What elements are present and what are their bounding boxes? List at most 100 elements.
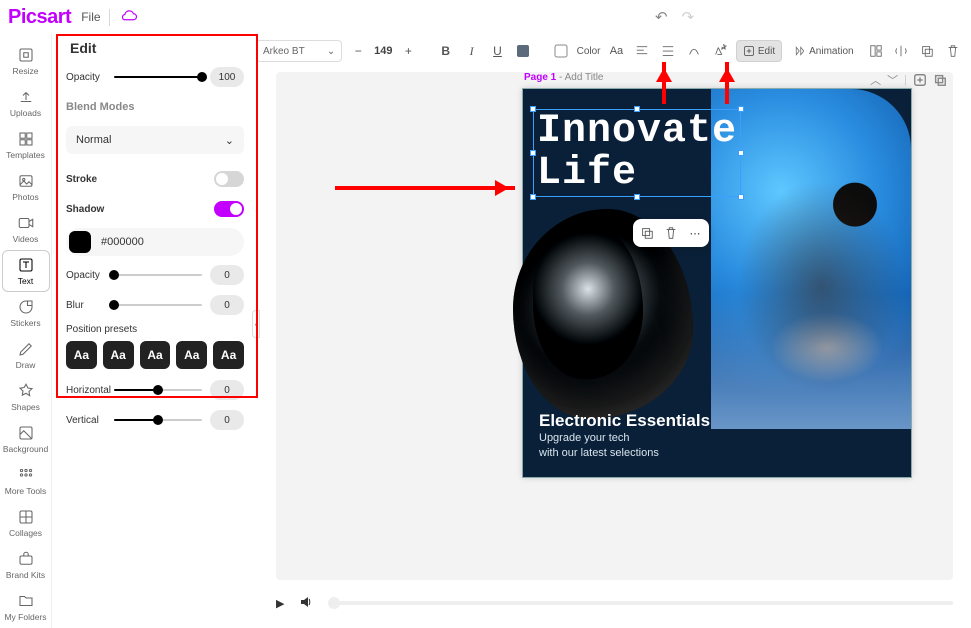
- animation-button[interactable]: Animation: [788, 40, 859, 62]
- duplicate-page-icon[interactable]: [933, 73, 947, 87]
- ctx-duplicate-icon[interactable]: [637, 223, 657, 243]
- shadow-color-hex: #000000: [101, 236, 144, 248]
- text-fill-icon[interactable]: [513, 40, 533, 62]
- nav-my-folders[interactable]: My Folders: [2, 586, 50, 628]
- italic-button[interactable]: I: [462, 40, 482, 62]
- nav-text[interactable]: Text: [2, 250, 50, 292]
- duplicate-button[interactable]: [917, 40, 937, 62]
- page-label[interactable]: Page 1 - Add Title: [524, 72, 604, 83]
- left-nav: Resize Uploads Templates Photos Videos T…: [0, 34, 52, 628]
- warp-button[interactable]: [684, 40, 704, 62]
- preset-2[interactable]: Aa: [103, 341, 134, 369]
- ctx-more-icon[interactable]: ⋯: [685, 223, 705, 243]
- page-up-icon[interactable]: ︿: [870, 72, 881, 88]
- file-menu[interactable]: File: [81, 10, 100, 24]
- font-size-value[interactable]: 149: [374, 45, 392, 57]
- shadow-opacity-value[interactable]: 0: [210, 265, 244, 285]
- nav-templates[interactable]: Templates: [2, 124, 50, 166]
- timeline-bar: ▶: [276, 590, 953, 616]
- brand-logo: Picsart: [8, 6, 71, 29]
- bold-button[interactable]: B: [436, 40, 456, 62]
- nav-photos[interactable]: Photos: [2, 166, 50, 208]
- shadow-color-swatch: [69, 231, 91, 253]
- underline-button[interactable]: U: [488, 40, 508, 62]
- subheading-text[interactable]: Electronic Essentials: [539, 411, 710, 431]
- nav-resize[interactable]: Resize: [2, 40, 50, 82]
- annotation-arrow-to-warp: [662, 62, 666, 104]
- annotation-arrow-to-canvas: [335, 186, 515, 190]
- preset-1[interactable]: Aa: [66, 341, 97, 369]
- opacity-value[interactable]: 100: [210, 67, 244, 87]
- presets-label: Position presets: [66, 324, 244, 335]
- page-controls: ︿ ﹀ |: [870, 72, 947, 88]
- timeline-slider[interactable]: [328, 601, 953, 605]
- font-size-minus[interactable]: −: [348, 40, 368, 62]
- preset-5[interactable]: Aa: [213, 341, 244, 369]
- nav-brand-kits[interactable]: Brand Kits: [2, 544, 50, 586]
- chevron-down-icon: ⌄: [225, 134, 234, 147]
- horizontal-slider[interactable]: [114, 385, 202, 395]
- body-copy[interactable]: Upgrade your tech with our latest select…: [539, 431, 659, 461]
- stroke-label: Stroke: [66, 174, 114, 185]
- artboard[interactable]: Innovate Life ⋯ Electronic Essentials Up…: [522, 88, 912, 478]
- font-family-select[interactable]: Arkeo BT⌄: [256, 40, 342, 62]
- nav-more-tools[interactable]: More Tools: [2, 460, 50, 502]
- edit-button[interactable]: Edit: [736, 40, 782, 62]
- panel-title: Edit: [70, 40, 244, 56]
- flip-button[interactable]: [891, 40, 911, 62]
- nav-draw[interactable]: Draw: [2, 334, 50, 376]
- vertical-label: Vertical: [66, 415, 114, 426]
- redo-icon[interactable]: ↷: [682, 8, 695, 26]
- canvas-area[interactable]: Page 1 - Add Title ︿ ﹀ | Innovate Life ⋯…: [276, 72, 953, 580]
- volume-icon[interactable]: [298, 594, 314, 613]
- preset-4[interactable]: Aa: [176, 341, 207, 369]
- delete-button[interactable]: [943, 40, 963, 62]
- shadow-color-input[interactable]: #000000: [66, 228, 244, 256]
- shadow-toggle[interactable]: [214, 201, 244, 217]
- cloud-sync-icon[interactable]: [109, 9, 138, 26]
- annotation-arrow-to-edit: [725, 62, 729, 104]
- position-button[interactable]: [866, 40, 886, 62]
- text-case-button[interactable]: Aa: [607, 40, 627, 62]
- text-effects-button[interactable]: [710, 40, 730, 62]
- nav-stickers[interactable]: Stickers: [2, 292, 50, 334]
- edit-panel: Edit Opacity 100 Blend Modes Normal ⌄ St…: [60, 34, 250, 404]
- vertical-slider[interactable]: [114, 415, 202, 425]
- text-toolbar: Arkeo BT⌄ − 149 + B I U Color Aa Edit An…: [256, 38, 963, 64]
- horizontal-label: Horizontal: [66, 385, 114, 396]
- opacity-label: Opacity: [66, 72, 114, 83]
- line-spacing-button[interactable]: [658, 40, 678, 62]
- page-down-icon[interactable]: ﹀: [887, 72, 898, 88]
- position-presets: Aa Aa Aa Aa Aa: [66, 341, 244, 369]
- panel-collapse-handle[interactable]: ‹: [252, 310, 260, 338]
- ctx-delete-icon[interactable]: [661, 223, 681, 243]
- chevron-down-icon: ⌄: [327, 46, 335, 57]
- align-button[interactable]: [632, 40, 652, 62]
- undo-icon[interactable]: ↶: [655, 8, 668, 26]
- horizontal-value[interactable]: 0: [210, 380, 244, 400]
- nav-shapes[interactable]: Shapes: [2, 376, 50, 418]
- color-label: Color: [577, 46, 601, 57]
- stroke-toggle[interactable]: [214, 171, 244, 187]
- shadow-blur-label: Blur: [66, 300, 114, 311]
- headline-text[interactable]: Innovate Life: [533, 109, 741, 197]
- vertical-value[interactable]: 0: [210, 410, 244, 430]
- nav-uploads[interactable]: Uploads: [2, 82, 50, 124]
- play-icon[interactable]: ▶: [276, 597, 284, 610]
- context-toolbar: ⋯: [633, 219, 709, 247]
- add-page-icon[interactable]: [913, 73, 927, 87]
- color-swatch-icon[interactable]: [551, 40, 571, 62]
- opacity-slider[interactable]: [114, 72, 202, 82]
- blend-heading: Blend Modes: [66, 101, 134, 113]
- shadow-label: Shadow: [66, 204, 114, 215]
- nav-background[interactable]: Background: [2, 418, 50, 460]
- shadow-blur-slider[interactable]: [114, 300, 202, 310]
- shadow-opacity-label: Opacity: [66, 270, 114, 281]
- blend-mode-select[interactable]: Normal ⌄: [66, 126, 244, 154]
- preset-3[interactable]: Aa: [140, 341, 171, 369]
- nav-collages[interactable]: Collages: [2, 502, 50, 544]
- shadow-opacity-slider[interactable]: [114, 270, 202, 280]
- shadow-blur-value[interactable]: 0: [210, 295, 244, 315]
- nav-videos[interactable]: Videos: [2, 208, 50, 250]
- font-size-plus[interactable]: +: [399, 40, 419, 62]
